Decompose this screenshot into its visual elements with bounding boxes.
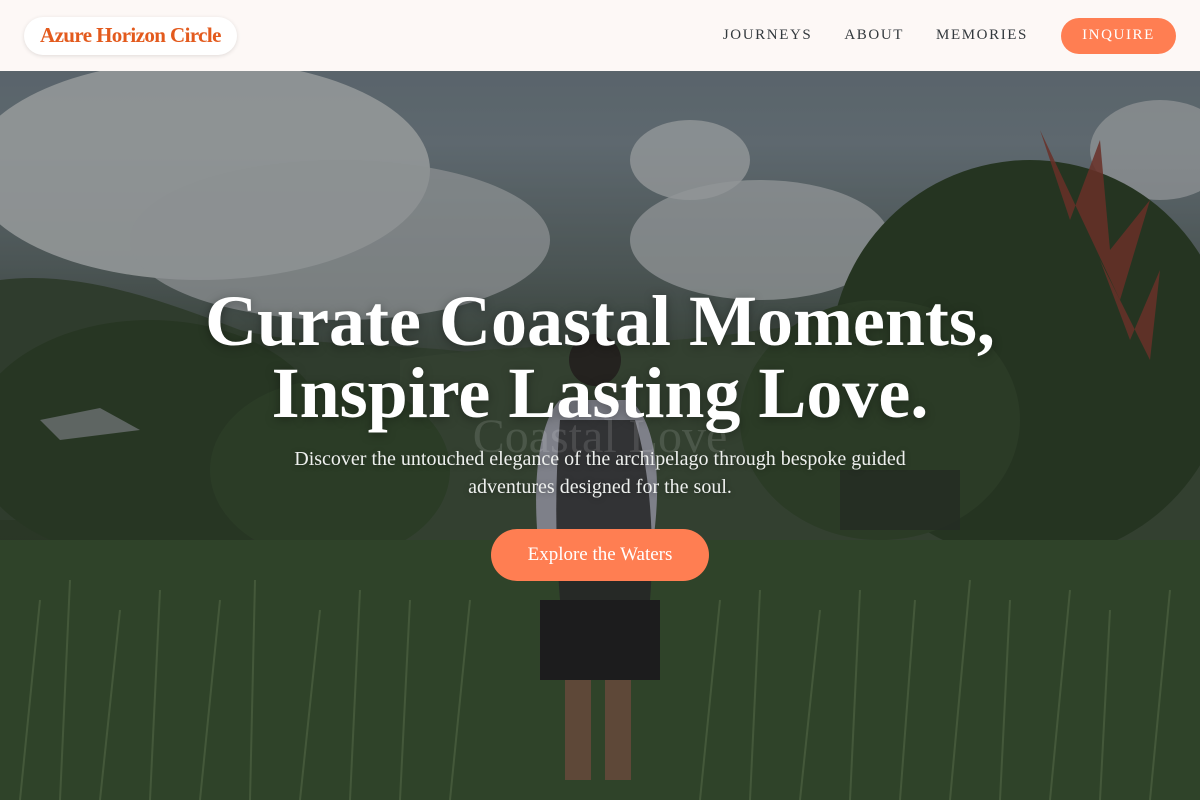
hero-title-line-1: Curate Coastal Moments, <box>205 281 995 361</box>
hero-section: Coastal Love Curate Coastal Moments, Ins… <box>0 285 1200 581</box>
site-header: Azure Horizon Circle JOURNEYS ABOUT MEMO… <box>0 0 1200 71</box>
brand-logo[interactable]: Azure Horizon Circle <box>24 16 237 55</box>
nav-about[interactable]: ABOUT <box>844 27 904 44</box>
nav-journeys[interactable]: JOURNEYS <box>723 27 812 44</box>
nav-memories[interactable]: MEMORIES <box>936 27 1028 44</box>
explore-waters-button[interactable]: Explore the Waters <box>491 529 709 581</box>
brand-name: Azure Horizon Circle <box>40 23 221 47</box>
main-nav: JOURNEYS ABOUT MEMORIES INQUIRE <box>723 17 1176 54</box>
hero-ghost-text: Coastal Love <box>472 410 728 463</box>
inquire-button[interactable]: INQUIRE <box>1061 17 1176 54</box>
hero-title: Curate Coastal Moments, Inspire Lasting … <box>0 285 1200 429</box>
